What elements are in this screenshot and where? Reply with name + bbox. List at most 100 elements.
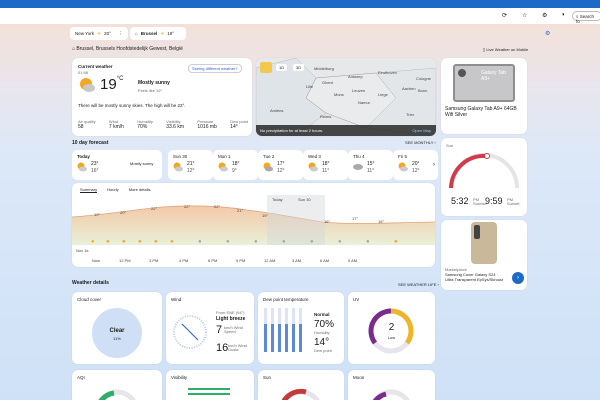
cloud-value: Clear <box>109 328 125 334</box>
location-breadcrumb: ⌂ Brussel, Brussels Hoofdstedelijk Gewes… <box>72 46 183 52</box>
cloud-icon: ● <box>310 239 314 245</box>
sunrise-time: 5:32 <box>451 196 469 206</box>
map-city-label: Reims <box>320 114 332 119</box>
hourly-card: Summary Hourly More details Today Sun 30… <box>72 183 435 267</box>
tab-more-details[interactable]: More details <box>129 187 151 193</box>
map-city-label: Leuven <box>352 88 366 93</box>
current-condition: Mostly sunny <box>138 80 170 86</box>
cloud-icon: ● <box>254 239 258 245</box>
promo-arrow-button[interactable]: › <box>512 272 524 284</box>
sun-layer-icon[interactable] <box>260 62 272 73</box>
open-map-link[interactable]: Open Map <box>412 128 431 133</box>
map-status-bar: No precipitation for at least 2 hours. O… <box>256 125 436 136</box>
sun-icon: ● <box>106 239 110 245</box>
moon-icon[interactable]: ◑ <box>561 12 565 18</box>
map-city-label: Bonn <box>418 88 428 93</box>
gear-icon[interactable]: ⚙ <box>542 12 547 19</box>
map-city-label: Trier <box>406 112 415 117</box>
cloud-icon: ● <box>366 239 370 245</box>
sun-icon: ☀ <box>160 30 165 36</box>
map-city-label: Aachen <box>402 86 416 91</box>
map-city-label: Mons <box>334 92 344 97</box>
tablet-image: Galaxy Tab A9+ <box>453 64 515 102</box>
stat-dew-point[interactable]: Dew point 14° <box>230 119 248 130</box>
city-tab-brussel[interactable]: ⌂ Brussel ☀ 19° <box>130 27 186 40</box>
location-settings-icon[interactable]: ⚙ <box>545 30 550 37</box>
cloud-cover-card[interactable]: Cloud cover Clear 11% <box>72 292 162 364</box>
phone-icon: ▯ <box>483 47 486 52</box>
visibility-card[interactable]: Visibility <box>166 370 254 400</box>
map-tab-1d[interactable]: 1D <box>276 64 288 71</box>
stat-visibility[interactable]: Visibility 33.6 km <box>166 119 184 130</box>
sun-detail-card[interactable]: Sun <box>258 370 344 400</box>
partly-sunny-icon <box>77 162 87 172</box>
rain-icon <box>353 164 363 170</box>
hourly-tabs: Summary Hourly More details <box>80 187 150 193</box>
city-tab-newyork[interactable]: New York ☀ 20° ⋮ <box>70 27 128 40</box>
promo-title: Samsung Cover Galaxy S24 Ultra Transpare… <box>445 272 504 282</box>
moon-card[interactable]: Moon <box>348 370 435 400</box>
promo-card-tablet[interactable]: Galaxy Tab A9+ Samsung Galaxy Tab A9+ 64… <box>441 58 527 134</box>
more-icon[interactable]: ⋮ <box>119 31 124 37</box>
wind-card[interactable]: Wind From ENE (94°) Light breeze 7 km/h … <box>166 292 254 364</box>
current-weather-card: Current weather 01:58 Seeing different w… <box>72 58 252 136</box>
search-input[interactable]: ⌕ Search fo <box>572 11 600 24</box>
cloud-icon: ● <box>198 239 202 245</box>
promo-card-phone-cover[interactable]: Marketplace Samsung Cover Galaxy S24 Ult… <box>441 220 527 290</box>
current-description: There will be mostly sunny skies. The hi… <box>78 103 186 108</box>
stat-pressure[interactable]: Pressure 1016 mb <box>197 119 216 130</box>
hourly-time-axis: Now 12 PM 3 PM 4 PM 6 PM 9 PM 12 AM 3 AM… <box>92 258 358 263</box>
chevron-right-icon[interactable]: › <box>433 162 435 168</box>
forecast-day[interactable]: Thu 4 15° 11° <box>348 150 393 180</box>
sun-icon: ● <box>170 239 174 245</box>
stat-wind[interactable]: Wind 7 km/h <box>109 119 124 130</box>
sun-arc <box>449 153 519 189</box>
map-city-label: Amiens <box>270 108 284 113</box>
current-temp: 19°C <box>100 76 124 93</box>
star-icon[interactable]: ☆ <box>522 12 527 19</box>
forecast-day[interactable]: Mon 1 18° 9° <box>213 150 258 180</box>
sun-icon: ☀ <box>97 30 102 36</box>
forecast-day[interactable]: Tue 2 17° 12° <box>258 150 303 180</box>
sun-card[interactable]: Sun 5:32 9:59 PM Sunrise PM Sunset <box>441 138 527 216</box>
feels-like: Feels like 19° <box>138 88 163 93</box>
forecast-day-today[interactable]: Today 23° 16° Mostly sunny <box>72 150 162 180</box>
humidity-bars <box>264 308 306 352</box>
rain-icon <box>263 162 273 172</box>
sun-icon: ● <box>154 239 158 245</box>
dew-point-card[interactable]: Dew point temperature Normal 70% Humidit… <box>258 292 344 364</box>
refresh-icon[interactable]: ⟳ <box>502 12 507 19</box>
live-weather-link[interactable]: ▯ Live Weather on Mobile <box>483 47 528 52</box>
forecast-day[interactable]: Sun 30 21° 12° <box>168 150 213 180</box>
uv-card[interactable]: UV 2 Low <box>348 292 435 364</box>
map-city-label: Cologne <box>416 76 431 81</box>
map-city-label: Namur <box>358 100 371 105</box>
forecast-title: 10 day forecast <box>72 140 109 146</box>
browser-toolbar: ⟳ ☆ ⚙ ◑ ⌕ Search fo <box>0 8 600 24</box>
sunset-time: 9:59 <box>485 196 503 206</box>
map-city-label: Eindhoven <box>378 70 397 75</box>
partly-sunny-icon <box>398 162 408 172</box>
forecast-day[interactable]: Wed 3 18° 11° <box>303 150 348 180</box>
forecast-day[interactable]: Fri 5 20° 12° › <box>393 150 438 180</box>
stat-air-quality[interactable]: Air quality 58 <box>78 119 96 130</box>
current-time: 01:58 <box>78 70 89 75</box>
compass-icon <box>173 315 207 349</box>
promo-title: Samsung Galaxy Tab A9+ 64GB Wifi Silver <box>445 106 517 118</box>
home-icon: ⌂ <box>72 46 76 52</box>
tab-hourly[interactable]: Hourly <box>107 187 119 193</box>
radar-map[interactable]: 1D 3D Middelburg Antwerp Ghent Eindhoven… <box>256 58 436 136</box>
see-monthly-link[interactable]: SEE MONTHLY › <box>405 140 436 145</box>
hourly-icons-row: ● ● ● ● ● ● ● ● ● ● ● ● ● ● <box>76 239 426 249</box>
stat-humidity[interactable]: Humidity 70% <box>137 119 153 130</box>
aqi-card[interactable]: AQI <box>72 370 162 400</box>
map-tab-3d[interactable]: 3D <box>293 64 305 71</box>
sun-icon: ● <box>138 239 142 245</box>
sun-icon: ● <box>122 239 126 245</box>
sun-icon: ● <box>394 239 398 245</box>
different-weather-button[interactable]: Seeing different weather? <box>188 64 242 73</box>
uv-value: 2 <box>388 322 395 333</box>
tab-summary[interactable]: Summary <box>80 187 98 193</box>
weather-details-title: Weather details <box>72 280 109 286</box>
see-weather-life-link[interactable]: SEE WEATHER LIFE › <box>398 282 439 287</box>
